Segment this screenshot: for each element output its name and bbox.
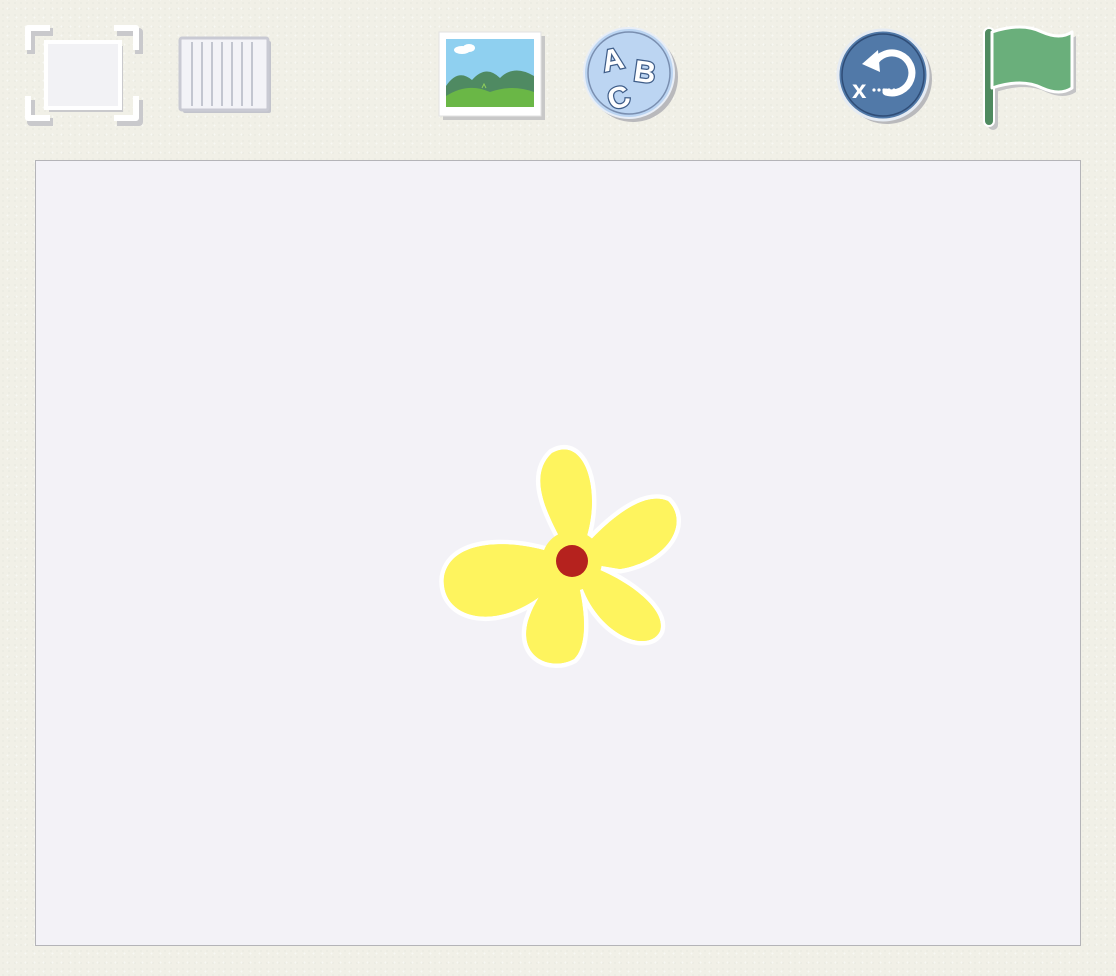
background-image-icon <box>438 31 545 120</box>
green-flag-button[interactable] <box>982 24 1082 130</box>
stage-canvas[interactable] <box>35 160 1081 946</box>
flower-sprite[interactable] <box>438 439 708 671</box>
green-flag-icon <box>983 25 1076 130</box>
reset-button[interactable]: x <box>834 26 934 126</box>
reset-icon: x <box>836 28 932 124</box>
background-button[interactable] <box>438 30 548 126</box>
fullscreen-icon <box>25 25 143 126</box>
abc-text-icon: A B C <box>583 27 678 122</box>
add-text-button[interactable]: A B C <box>582 26 682 126</box>
flower-icon <box>439 445 682 668</box>
reset-x-glyph: x <box>852 74 867 104</box>
grid-icon <box>178 36 271 113</box>
grid-button[interactable] <box>178 36 278 118</box>
abc-letter-b: B <box>632 55 658 91</box>
flower-center <box>556 545 588 577</box>
fullscreen-button[interactable] <box>24 24 146 128</box>
